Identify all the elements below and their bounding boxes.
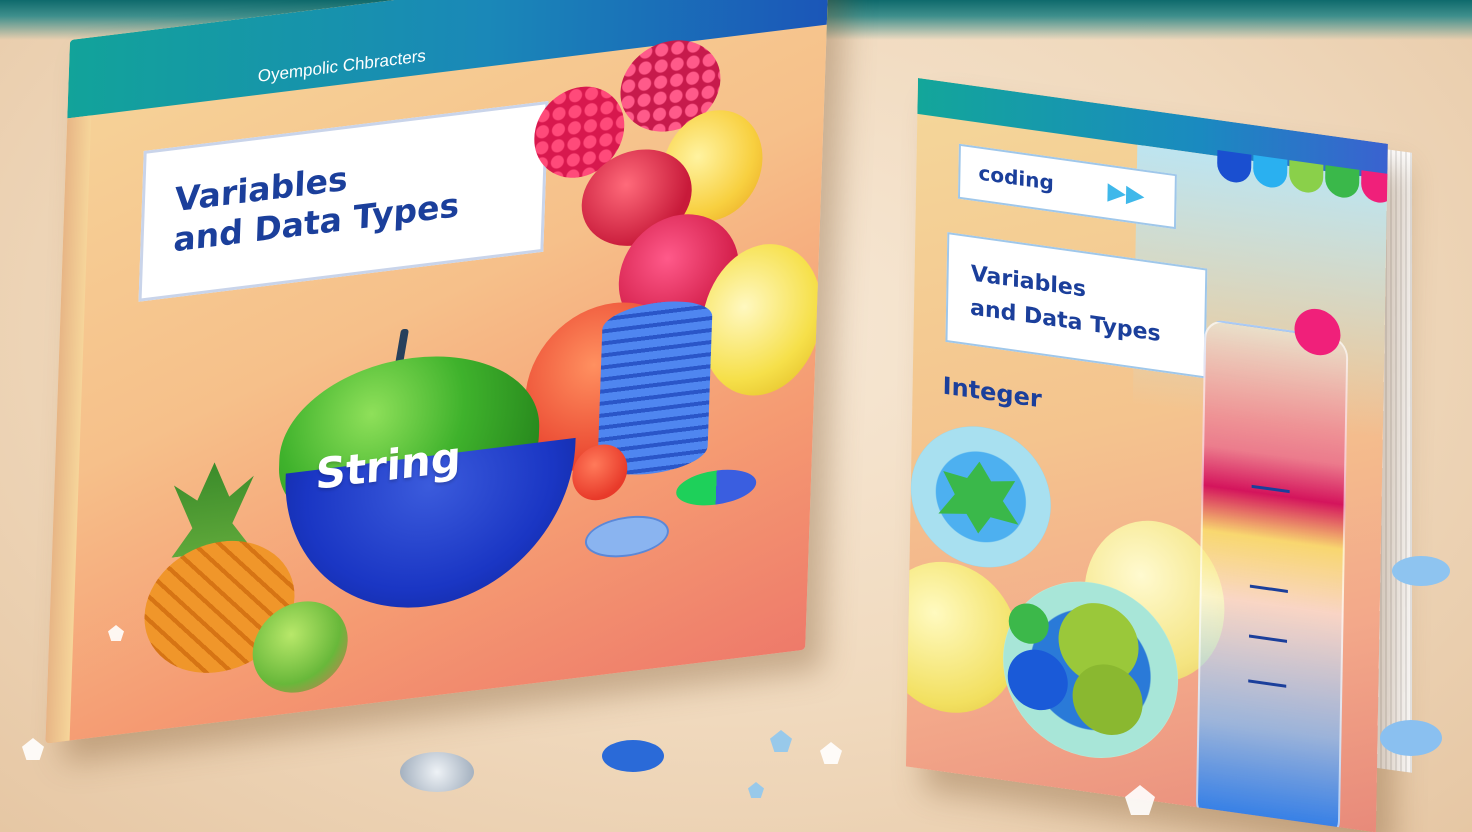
right-book-cover: coding ▶▶ Variables and Data Types Integ…: [905, 78, 1388, 832]
left-book-spine: [45, 115, 92, 744]
yellow-cushion-illustration: [905, 552, 1020, 722]
confetti-piece: [820, 742, 842, 764]
blue-coin-illustration: [1392, 556, 1450, 586]
fast-forward-icon: ▶▶: [1107, 176, 1145, 210]
coding-tag-label: coding: [978, 160, 1055, 196]
confetti-piece: [748, 782, 764, 798]
blue-coin-illustration: [602, 740, 664, 772]
integer-label: Integer: [942, 371, 1042, 414]
blue-coin-illustration: [1380, 720, 1442, 756]
left-book-cover: Oyempolic Chbracters Variables and Data …: [45, 0, 830, 744]
flat-coin-illustration: [675, 465, 757, 510]
left-book-title-box: Variables and Data Types: [138, 100, 549, 302]
confetti-piece: [770, 730, 792, 752]
flat-coin-illustration: [584, 511, 670, 562]
confetti-piece: [22, 738, 44, 760]
silver-coin-illustration: [400, 752, 474, 792]
test-tube-illustration: [1195, 318, 1349, 832]
